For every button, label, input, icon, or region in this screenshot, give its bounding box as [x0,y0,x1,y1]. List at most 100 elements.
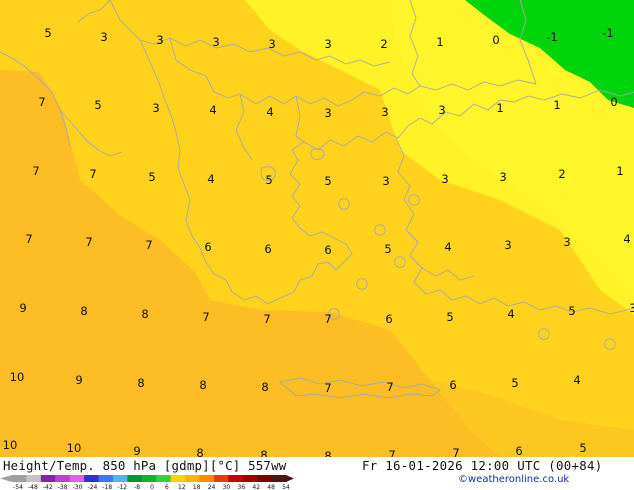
temp-label: 3 [156,33,163,47]
temp-label: 3 [381,105,388,119]
legend-swatch [242,475,258,482]
legend-tick-label: -24 [88,484,98,490]
temp-label: 9 [19,301,26,315]
legend-tick-label: -8 [134,484,140,490]
temp-label: 8 [141,307,148,321]
temp-label: 3 [324,106,331,120]
temp-label: 6 [204,240,211,254]
temp-label: 5 [511,376,518,390]
legend-tick-label: -38 [58,484,68,490]
legend-tick-label: 0 [150,484,154,490]
legend-swatch [170,475,186,482]
temp-label: 5 [44,26,51,40]
temp-label: 1 [616,164,623,178]
color-legend: -54 -48 -42 -38 -30 -24 -18 -12 -8 0 6 12 18 24 30 36 42… [0,475,294,490]
legend-tick-label: 18 [193,484,201,490]
temp-label: 7 [25,232,32,246]
temp-label: 3 [499,170,506,184]
legend-swatch [213,475,229,482]
temp-label: 8 [137,376,144,390]
legend-swatch [156,475,172,482]
temp-label: 7 [386,380,393,394]
temp-label: 8 [199,378,206,392]
legend-tick-label: -30 [73,484,83,490]
temp-label: 0 [610,95,617,109]
temp-label: 3 [212,35,219,49]
legend-swatch [199,475,215,482]
temp-label: 5 [568,304,575,318]
legend-swatch [271,475,287,482]
temp-label: 1 [553,98,560,112]
temp-label: 6 [385,312,392,326]
temp-label: 10 [10,370,25,384]
legend-tick-label: -12 [117,484,127,490]
temp-label: 6 [264,242,271,256]
temp-label: 3 [563,235,570,249]
temp-label: 7 [145,238,152,252]
temp-label: 10 [3,438,18,452]
legend-swatch [98,475,114,482]
legend-swatch [12,475,27,482]
temp-label: 1 [496,101,503,115]
valid-date: Fr 16-01-2026 12:00 UTC (00+84) [362,458,603,473]
legend-swatch [112,475,128,482]
temp-label: 6 [324,243,331,257]
legend-tick-label: 30 [223,484,231,490]
legend-swatch [40,475,56,482]
temp-label: 6 [515,444,522,458]
legend-tick-label: -18 [102,484,112,490]
legend-tick-label: 48 [267,484,275,490]
temp-label: 7 [202,310,209,324]
legend-swatch [26,475,42,482]
temp-label: 7 [32,164,39,178]
temp-label: 3 [268,37,275,51]
temp-label: 7 [324,381,331,395]
temp-label: 8 [80,304,87,318]
temp-label: 3 [100,30,107,44]
temp-label: 4 [623,232,630,246]
temp-label: 7 [85,235,92,249]
temp-label: -1 [602,26,613,40]
temp-label: 3 [382,174,389,188]
legend-swatch [228,475,244,482]
temp-label: 7 [38,95,45,109]
temp-label: 6 [449,378,456,392]
legend-tick-label: 12 [178,484,186,490]
legend-tick-label: 6 [165,484,169,490]
legend-tick-label: 24 [208,484,216,490]
temp-label: 4 [209,103,216,117]
legend-arrow-left [0,475,12,482]
temp-label: 5 [148,170,155,184]
temp-label: 3 [441,172,448,186]
legend-swatch [127,475,143,482]
temp-label: 7 [89,167,96,181]
temp-label: 3 [629,301,634,315]
temp-label: 9 [75,373,82,387]
temp-label: 7 [263,312,270,326]
temperature-map: 5 3 3 3 3 3 2 1 0 -1 -17 5 3 4 4 3 3 3 1 1 07 7 5 4 5 5 3 3 3 2 17 7 7 6 6… [0,0,634,490]
legend-arrow-right [286,475,294,482]
temp-label: 1 [436,35,443,49]
temp-label: 10 [67,441,82,455]
copyright-link[interactable]: ©weatheronline.co.uk [458,474,569,485]
temp-label: 3 [152,101,159,115]
legend-swatch [69,475,85,482]
temp-label: 3 [324,37,331,51]
temp-label: 0 [492,33,499,47]
temp-label: 2 [558,167,565,181]
legend-swatch [84,475,99,482]
temp-label: 5 [384,242,391,256]
temp-label: 5 [265,173,272,187]
legend-swatch [185,475,200,482]
chart-title: Height/Temp. 850 hPa [gdmp][°C] 557ww [3,458,287,473]
legend-tick-label: 54 [282,484,290,490]
legend-swatch [55,475,71,482]
temp-label: 5 [324,174,331,188]
legend-tick-label: 42 [252,484,260,490]
temp-label: 7 [324,312,331,326]
temp-label: 3 [438,103,445,117]
temp-label: 8 [261,380,268,394]
temp-label: 4 [573,373,580,387]
temp-label: 5 [94,98,101,112]
legend-swatch [257,475,272,482]
